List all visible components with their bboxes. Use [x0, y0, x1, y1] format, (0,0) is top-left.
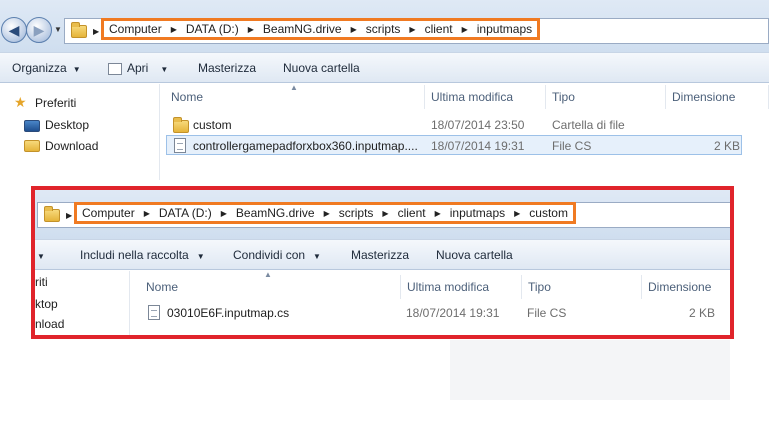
organize-button[interactable]: Organizza ▼	[12, 53, 81, 83]
breadcrumb-root-arrow-icon[interactable]: ▶	[93, 27, 99, 36]
breadcrumb-client[interactable]: client	[398, 206, 426, 220]
open-label: Apri	[127, 61, 149, 75]
sidebar-item-desktop[interactable]: Desktop	[45, 118, 89, 132]
column-header-modified[interactable]: Ultima modifica	[425, 85, 546, 109]
breadcrumb-client[interactable]: client	[425, 22, 453, 36]
chevron-right-icon[interactable]: ▶	[462, 25, 468, 34]
list-item[interactable]: custom 18/07/2014 23:50 Cartella di file	[166, 115, 746, 135]
back-button[interactable]: ◀	[1, 17, 27, 43]
forward-arrow-icon: ▶	[33, 22, 45, 38]
address-box[interactable]: ▶ Computer ▶ DATA (D:) ▶ BeamNG.drive ▶ scr…	[64, 18, 769, 44]
file-size: 2 KB	[689, 306, 716, 320]
column-header-type[interactable]: Tipo	[546, 85, 666, 109]
file-name: controllergamepadforxbox360.inputmap....	[193, 139, 418, 153]
chevron-right-icon[interactable]: ▶	[221, 209, 227, 218]
breadcrumb-beamng[interactable]: BeamNG.drive	[236, 206, 315, 220]
sidebar-item-favorites[interactable]: riti	[35, 275, 48, 289]
navigation-pane: ★ Preferiti Desktop Download	[0, 84, 160, 180]
chevron-right-icon[interactable]: ▶	[171, 25, 177, 34]
sidebar-item-favorites[interactable]: Preferiti	[35, 96, 76, 110]
column-header-name[interactable]: Nome	[165, 85, 425, 109]
breadcrumb: Computer ▶ DATA (D:) ▶ BeamNG.drive ▶ scrip…	[101, 18, 541, 40]
address-bar-area: ▶ Computer ▶ DATA (D:) ▶ BeamNG.drive ▶ scr…	[35, 190, 730, 239]
column-header-size[interactable]: Dimensione	[642, 275, 730, 299]
open-button[interactable]: Apri ▼	[108, 53, 168, 83]
sidebar-item-downloads[interactable]: nload	[35, 317, 64, 328]
file-modified: 18/07/2014 19:31	[431, 139, 525, 153]
command-bar: ▼ Includi nella raccolta ▼ Condividi con ▼…	[35, 239, 730, 270]
burn-button[interactable]: Masterizza	[351, 240, 409, 270]
new-folder-button[interactable]: Nuova cartella	[283, 53, 360, 83]
file-type: File CS	[552, 139, 592, 153]
column-header-type[interactable]: Tipo	[522, 275, 642, 299]
burn-button[interactable]: Masterizza	[198, 53, 256, 83]
file-size: 2 KB	[714, 139, 741, 153]
breadcrumb: Computer ▶ DATA (D:) ▶ BeamNG.drive ▶ scrip…	[74, 202, 576, 224]
include-in-library-button[interactable]: Includi nella raccolta ▼	[80, 240, 205, 270]
file-name: 03010E6F.inputmap.cs	[167, 306, 290, 320]
folder-icon	[173, 117, 189, 133]
sidebar-item-desktop[interactable]: ktop	[35, 297, 58, 311]
chevron-right-icon[interactable]: ▶	[409, 25, 415, 34]
command-bar: Organizza ▼ Apri ▼ Masterizza Nuova cartel…	[0, 52, 769, 83]
chevron-right-icon[interactable]: ▶	[514, 209, 520, 218]
address-bar-area: ◀ ▶ ▼ ▶ Computer ▶ DATA (D:) ▶ BeamNG.driv…	[0, 0, 769, 52]
column-header-size[interactable]: Dimensione	[666, 85, 769, 109]
file-name: custom	[193, 118, 232, 132]
share-with-button[interactable]: Condividi con ▼	[233, 240, 321, 270]
breadcrumb-inputmaps[interactable]: inputmaps	[450, 206, 505, 220]
file-icon	[174, 138, 186, 153]
folder-icon	[71, 22, 87, 38]
chevron-right-icon[interactable]: ▶	[382, 209, 388, 218]
file-type: File CS	[527, 306, 567, 320]
file-modified: 18/07/2014 23:50	[431, 118, 525, 132]
chevron-right-icon[interactable]: ▶	[435, 209, 441, 218]
file-type: Cartella di file	[552, 118, 625, 132]
breadcrumb-custom[interactable]: custom	[529, 206, 568, 220]
breadcrumb-data-drive[interactable]: DATA (D:)	[186, 22, 239, 36]
column-header-modified[interactable]: Ultima modifica	[401, 275, 522, 299]
organize-caret[interactable]: ▼	[37, 240, 45, 270]
include-label: Includi nella raccolta	[80, 248, 189, 262]
forward-button[interactable]: ▶	[26, 17, 52, 43]
star-icon: ★	[14, 94, 27, 110]
chevron-right-icon[interactable]: ▶	[144, 209, 150, 218]
file-icon	[148, 305, 160, 320]
background-ghost	[450, 340, 730, 400]
chevron-down-icon: ▼	[37, 252, 45, 261]
list-item-selected[interactable]: controllergamepadforxbox360.inputmap....…	[166, 135, 742, 155]
breadcrumb-computer[interactable]: Computer	[109, 22, 162, 36]
back-arrow-icon: ◀	[8, 22, 20, 38]
chevron-down-icon: ▼	[313, 252, 321, 261]
chevron-right-icon[interactable]: ▶	[248, 25, 254, 34]
breadcrumb-scripts[interactable]: scripts	[339, 206, 374, 220]
download-icon	[24, 140, 40, 152]
address-box[interactable]: ▶ Computer ▶ DATA (D:) ▶ BeamNG.drive ▶ scr…	[37, 202, 730, 228]
file-icon	[108, 62, 122, 75]
new-folder-button[interactable]: Nuova cartella	[436, 240, 513, 270]
chevron-down-icon: ▼	[72, 65, 81, 74]
folder-icon	[44, 206, 60, 222]
desktop-icon	[24, 120, 40, 132]
file-modified: 18/07/2014 19:31	[406, 306, 500, 320]
breadcrumb-scripts[interactable]: scripts	[366, 22, 401, 36]
chevron-down-icon: ▼	[196, 252, 205, 261]
column-header-name[interactable]: Nome	[140, 275, 401, 299]
explorer-window-custom: ▶ Computer ▶ DATA (D:) ▶ BeamNG.drive ▶ scr…	[31, 186, 734, 339]
organize-label: Organizza	[12, 61, 67, 75]
chevron-right-icon[interactable]: ▶	[324, 209, 330, 218]
explorer-window-inputmaps: ◀ ▶ ▼ ▶ Computer ▶ DATA (D:) ▶ BeamNG.driv…	[0, 0, 769, 180]
breadcrumb-root-arrow-icon[interactable]: ▶	[66, 211, 72, 220]
sidebar-item-downloads[interactable]: Download	[45, 139, 98, 153]
breadcrumb-beamng[interactable]: BeamNG.drive	[263, 22, 342, 36]
history-dropdown-icon[interactable]: ▼	[54, 25, 62, 34]
list-item[interactable]: 03010E6F.inputmap.cs 18/07/2014 19:31 Fi…	[141, 303, 721, 323]
navigation-pane: riti ktop nload	[35, 271, 130, 335]
breadcrumb-computer[interactable]: Computer	[82, 206, 135, 220]
share-label: Condividi con	[233, 248, 306, 262]
breadcrumb-inputmaps[interactable]: inputmaps	[477, 22, 532, 36]
chevron-down-icon: ▼	[160, 65, 169, 74]
breadcrumb-data-drive[interactable]: DATA (D:)	[159, 206, 212, 220]
chevron-right-icon[interactable]: ▶	[351, 25, 357, 34]
